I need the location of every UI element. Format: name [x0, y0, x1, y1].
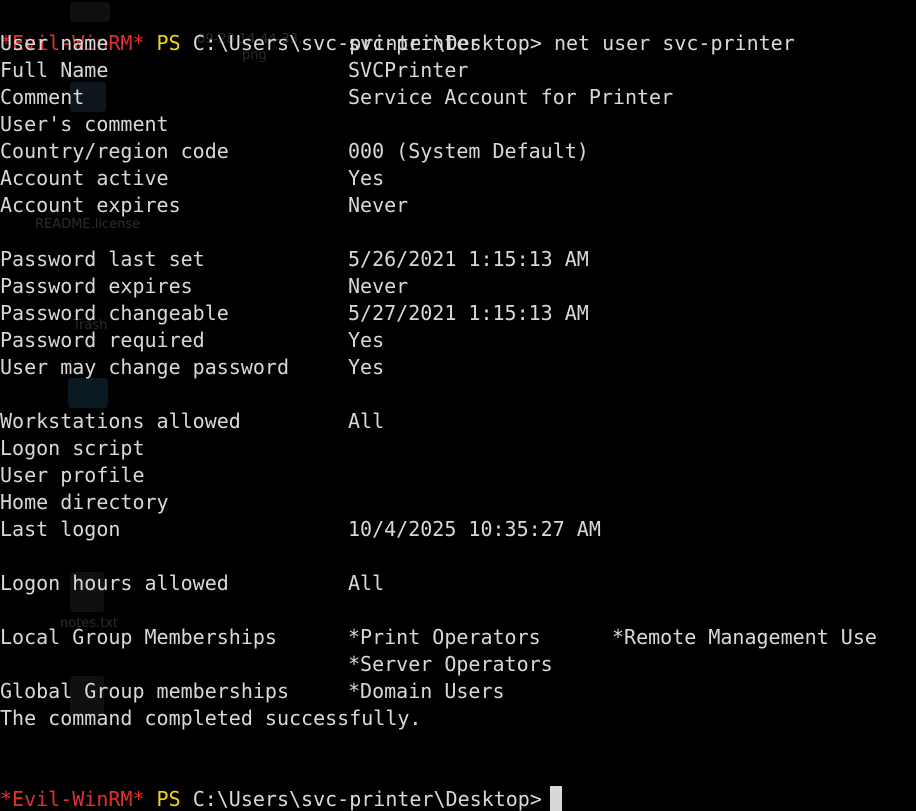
- field-value-secondary: *Remote Management Use: [612, 625, 877, 649]
- output-row: Password required Yes: [0, 327, 916, 354]
- text-cursor[interactable]: [549, 786, 562, 811]
- output-row: Logon hours allowed All: [0, 570, 916, 597]
- output-row: Logon script: [0, 435, 916, 462]
- prompt-path: C:\Users\svc-printer\Desktop>: [192, 787, 542, 811]
- output-row: Password expires Never: [0, 273, 916, 300]
- output-row: Full Name SVCPrinter: [0, 57, 916, 84]
- input-prompt[interactable]: *Evil-WinRM* PS C:\Users\svc-printer\Des…: [0, 759, 916, 811]
- field-value: SVCPrinter: [348, 58, 469, 82]
- field-label: Password required: [0, 328, 205, 352]
- field-label: User profile: [0, 463, 145, 487]
- field-label: Full Name: [0, 58, 109, 82]
- field-label: Global Group memberships: [0, 679, 289, 703]
- command-line: *Evil-WinRM* PS C:\Users\svc-printer\Des…: [0, 3, 916, 55]
- field-value: Never: [348, 193, 409, 217]
- field-value: 10/4/2025 10:35:27 AM: [348, 517, 601, 541]
- field-label: Country/region code: [0, 139, 229, 163]
- field-value: *Server Operators: [348, 652, 553, 676]
- field-label: Password last set: [0, 247, 205, 271]
- output-row: Last logon 10/4/2025 10:35:27 AM: [0, 516, 916, 543]
- field-label: Logon hours allowed: [0, 571, 229, 595]
- field-label: User name: [0, 31, 109, 55]
- field-label: Password changeable: [0, 301, 229, 325]
- output-row: Comment Service Account for Printer: [0, 84, 916, 111]
- field-value: Never: [348, 274, 409, 298]
- output-row: Local Group Memberships *Print Operators *…: [0, 624, 916, 651]
- field-label: User may change password: [0, 355, 289, 379]
- ps-keyword: PS: [156, 787, 181, 811]
- output-row: Account active Yes: [0, 165, 916, 192]
- output-row: Account expires Never: [0, 192, 916, 219]
- completion-message: The command completed successfully.: [0, 705, 916, 732]
- field-value: *Print Operators: [348, 625, 541, 649]
- field-value: 000 (System Default): [348, 139, 589, 163]
- field-label: Last logon: [0, 517, 121, 541]
- field-value: All: [348, 571, 385, 595]
- output-row: Global Group memberships *Domain Users: [0, 678, 916, 705]
- shell-name: *Evil-WinRM*: [0, 787, 145, 811]
- field-label: Account active: [0, 166, 169, 190]
- output-row: Country/region code 000 (System Default): [0, 138, 916, 165]
- field-value: Yes: [348, 328, 385, 352]
- output-row: Home directory: [0, 489, 916, 516]
- output-row: Password changeable 5/27/2021 1:15:13 AM: [0, 300, 916, 327]
- field-value: 5/26/2021 1:15:13 AM: [348, 247, 589, 271]
- field-label: Comment: [0, 85, 85, 109]
- output-row: User profile: [0, 462, 916, 489]
- field-value: 5/27/2021 1:15:13 AM: [348, 301, 589, 325]
- output-row: Workstations allowed All: [0, 408, 916, 435]
- field-label: Logon script: [0, 436, 145, 460]
- field-value: Service Account for Printer: [348, 85, 674, 109]
- field-value: *Domain Users: [348, 679, 505, 703]
- output-row: User's comment: [0, 111, 916, 138]
- field-label: Home directory: [0, 490, 169, 514]
- field-value: svc-printer: [348, 31, 481, 55]
- field-label: User's comment: [0, 112, 169, 136]
- completion-text: The command completed successfully.: [0, 706, 422, 730]
- field-label: Account expires: [0, 193, 181, 217]
- terminal-window[interactable]: *Evil-WinRM* PS C:\Users\svc-printer\Des…: [0, 3, 916, 811]
- field-label: Local Group Memberships: [0, 625, 277, 649]
- field-label: Workstations allowed: [0, 409, 241, 433]
- field-value: Yes: [348, 355, 385, 379]
- field-label: Password expires: [0, 274, 193, 298]
- field-value: Yes: [348, 166, 385, 190]
- field-value: All: [348, 409, 385, 433]
- output-row: Password last set 5/26/2021 1:15:13 AM: [0, 246, 916, 273]
- output-row: User name svc-printer: [0, 30, 916, 57]
- output-row: User may change password Yes: [0, 354, 916, 381]
- output-row: *Server Operators: [0, 651, 916, 678]
